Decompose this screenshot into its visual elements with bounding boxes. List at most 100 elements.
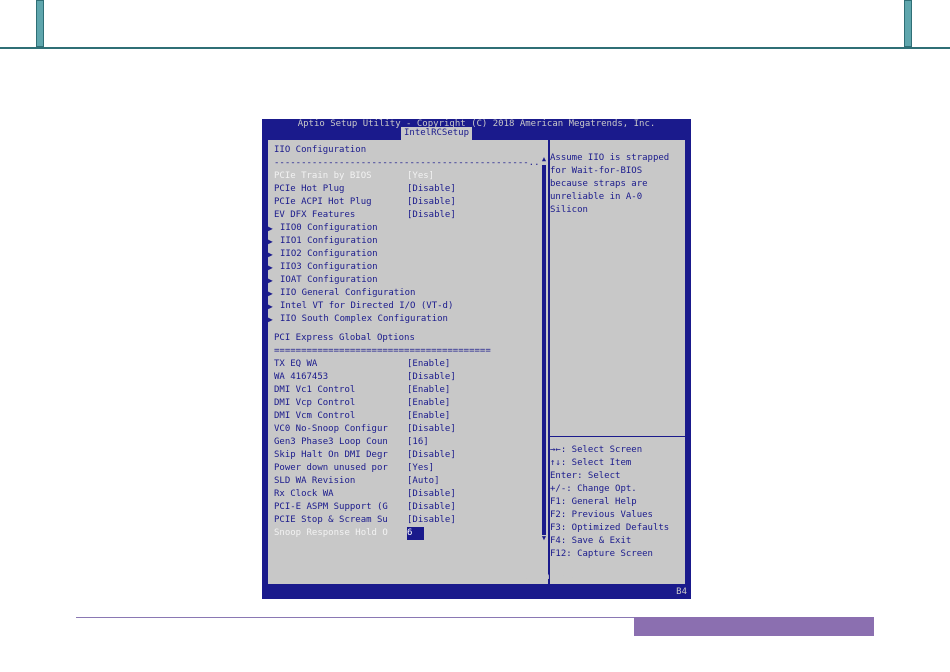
help-line: Silicon: [550, 205, 588, 215]
section-title: IIO Configuration: [274, 145, 367, 155]
setting-value: [Yes]: [407, 171, 435, 181]
setting-row[interactable]: DMI Vcp Control [Enable]: [268, 397, 540, 410]
help-line: Assume IIO is strapped: [550, 153, 670, 163]
setting-row[interactable]: PCIe ACPI Hot Plug [Disable]: [268, 196, 540, 209]
setting-row[interactable]: DMI Vcm Control [Enable]: [268, 410, 540, 423]
setting-label: TX EQ WA: [274, 359, 318, 369]
header-rule: [0, 47, 950, 49]
key-help-line: F12: Capture Screen: [550, 549, 653, 559]
setting-value[interactable]: [Enable]: [407, 384, 450, 397]
bios-version-line: Version 2.18.1260. Copyright (C) 2018 Am…: [305, 572, 648, 582]
setting-value[interactable]: [16]: [407, 436, 429, 449]
section-title-text: PCI Express Global Options: [274, 333, 415, 343]
setting-label: Skip Halt On DMI Degr: [274, 450, 388, 460]
submenu-label: Intel VT for Directed I/O (VT-d): [280, 301, 454, 311]
setting-row[interactable]: PCI-E ASPM Support (G [Disable]: [268, 501, 540, 514]
setting-value[interactable]: [Disable]: [407, 371, 456, 384]
footer-accent-block: [634, 617, 874, 636]
setting-label: PCI-E ASPM Support (G: [274, 502, 388, 512]
submenu-item[interactable]: ▶ IIO2 Configuration: [268, 248, 540, 261]
bios-title-bar: Aptio Setup Utility - Copyright (C) 2018…: [297, 119, 656, 129]
submenu-label: IOAT Configuration: [280, 275, 378, 285]
submenu-item[interactable]: ▶ IIO1 Configuration: [268, 235, 540, 248]
help-line: because straps are: [550, 179, 648, 189]
setting-row[interactable]: EV DFX Features [Disable]: [268, 209, 540, 222]
setting-value[interactable]: [Disable]: [407, 449, 456, 462]
bios-body: IIO Configuration ----------------------…: [268, 140, 685, 584]
scroll-up-arrow-icon[interactable]: ▲: [540, 155, 548, 164]
submenu-arrow-icon: ▶: [268, 289, 273, 298]
submenu-item[interactable]: ▶ IOAT Configuration: [268, 274, 540, 287]
scroll-down-arrow-icon[interactable]: ▼: [540, 534, 548, 543]
setting-value[interactable]: [Disable]: [407, 501, 456, 514]
setting-value[interactable]: [Enable]: [407, 397, 450, 410]
setting-value[interactable]: [Disable]: [407, 209, 456, 222]
setting-label: DMI Vcp Control: [274, 398, 356, 408]
setting-label: WA 4167453: [274, 372, 329, 382]
setting-label: Gen3 Phase3 Loop Coun: [274, 437, 388, 447]
help-separator: [550, 436, 685, 437]
key-help-line: →←: Select Screen: [550, 445, 643, 455]
key-help-line: +/-: Change Opt.: [550, 484, 637, 494]
settings-pane: IIO Configuration ----------------------…: [268, 140, 540, 584]
setting-value[interactable]: [Auto]: [407, 475, 440, 488]
setting-value[interactable]: [Disable]: [407, 423, 456, 436]
submenu-arrow-icon: ▶: [268, 224, 273, 233]
setting-row[interactable]: Power down unused por [Yes]: [268, 462, 540, 475]
post-code: B4: [676, 587, 687, 597]
setting-label: Snoop Response Hold O: [274, 528, 388, 538]
scrollbar[interactable]: ▲ ▼: [540, 140, 548, 584]
setting-value[interactable]: [Yes]: [407, 462, 434, 475]
setting-row[interactable]: PCIe Hot Plug [Disable]: [268, 183, 540, 196]
submenu-item[interactable]: ▶ IIO3 Configuration: [268, 261, 540, 274]
setting-row[interactable]: Skip Halt On DMI Degr [Disable]: [268, 449, 540, 462]
key-legend: →←: Select Screen ↑↓: Select Item Enter: S…: [550, 444, 685, 561]
setting-label: VC0 No-Snoop Configur: [274, 424, 388, 434]
submenu-arrow-icon: ▶: [268, 276, 273, 285]
setting-row: PCIe Train by BIOS [Yes]: [268, 170, 540, 183]
bios-setup-screen: Aptio Setup Utility - Copyright (C) 2018…: [262, 119, 691, 599]
key-help-line: F3: Optimized Defaults: [550, 523, 670, 533]
submenu-arrow-icon: ▶: [268, 302, 273, 311]
setting-value-input[interactable]: 6: [407, 527, 425, 540]
setting-row[interactable]: TX EQ WA [Enable]: [268, 358, 540, 371]
section-rule: ----------------------------------------…: [274, 158, 540, 168]
submenu-label: IIO0 Configuration: [280, 223, 378, 233]
setting-value[interactable]: [Enable]: [407, 358, 450, 371]
submenu-item[interactable]: ▶ IIO0 Configuration: [268, 222, 540, 235]
setting-value[interactable]: [Enable]: [407, 410, 450, 423]
setting-row[interactable]: Gen3 Phase3 Loop Coun [16]: [268, 436, 540, 449]
help-pane: Assume IIO is strapped for Wait-for-BIOS b…: [550, 140, 685, 584]
setting-row-selected[interactable]: Snoop Response Hold O 6: [268, 527, 540, 540]
submenu-item[interactable]: ▶ IIO General Configuration: [268, 287, 540, 300]
header-accent-right: [904, 0, 912, 47]
setting-row[interactable]: VC0 No-Snoop Configur [Disable]: [268, 423, 540, 436]
key-help-line: F4: Save & Exit: [550, 536, 632, 546]
setting-label: Rx Clock WA: [274, 489, 334, 499]
submenu-item[interactable]: ▶ Intel VT for Directed I/O (VT-d): [268, 300, 540, 313]
help-line: for Wait-for-BIOS: [550, 166, 643, 176]
key-help-line: Enter: Select: [550, 471, 621, 481]
setting-row[interactable]: PCIE Stop & Scream Su [Disable]: [268, 514, 540, 527]
submenu-item[interactable]: ▶ IIO South Complex Configuration: [268, 313, 540, 326]
setting-label: EV DFX Features: [274, 210, 356, 220]
tab-intelrcsetup[interactable]: IntelRCSetup: [401, 127, 473, 140]
setting-row[interactable]: SLD WA Revision [Auto]: [268, 475, 540, 488]
submenu-label: IIO1 Configuration: [280, 236, 378, 246]
setting-value[interactable]: [Disable]: [407, 514, 456, 527]
key-help-line: F1: General Help: [550, 497, 637, 507]
setting-label: PCIe ACPI Hot Plug: [274, 197, 372, 207]
scroll-track[interactable]: [542, 165, 546, 535]
submenu-label: IIO2 Configuration: [280, 249, 378, 259]
setting-row[interactable]: DMI Vc1 Control [Enable]: [268, 384, 540, 397]
submenu-arrow-icon: ▶: [268, 250, 273, 259]
setting-label: SLD WA Revision: [274, 476, 356, 486]
key-help-line: F2: Previous Values: [550, 510, 653, 520]
setting-value[interactable]: [Disable]: [407, 488, 456, 501]
setting-value[interactable]: [Disable]: [407, 196, 456, 209]
section-title-pci: PCI Express Global Options: [268, 332, 540, 345]
setting-value[interactable]: [Disable]: [407, 183, 456, 196]
setting-row[interactable]: WA 4167453 [Disable]: [268, 371, 540, 384]
help-line: unreliable in A-0: [550, 192, 643, 202]
setting-row[interactable]: Rx Clock WA [Disable]: [268, 488, 540, 501]
